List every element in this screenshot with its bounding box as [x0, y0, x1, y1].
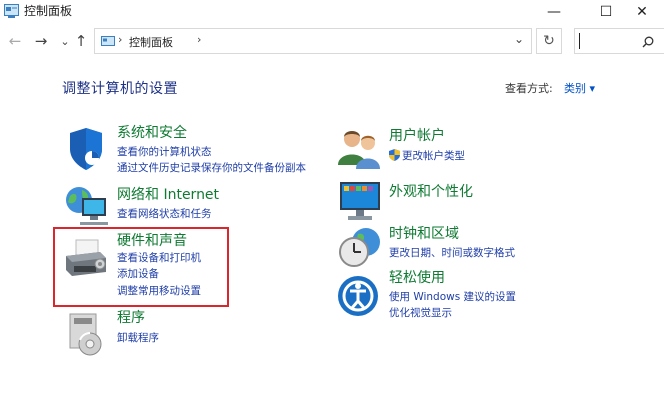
- category-title-programs[interactable]: 程序: [117, 309, 145, 327]
- link-network-status-tasks[interactable]: 查看网络状态和任务: [117, 207, 212, 221]
- view-by-label: 查看方式:: [505, 82, 553, 95]
- search-icon[interactable]: [642, 36, 654, 48]
- address-bar[interactable]: › 控制面板 › ⌄: [94, 28, 532, 54]
- window-title: 控制面板: [24, 4, 73, 18]
- uac-shield-icon: [389, 149, 400, 161]
- link-uninstall-program[interactable]: 卸载程序: [117, 331, 159, 345]
- link-change-account-type[interactable]: 更改帐户类型: [402, 149, 465, 163]
- category-title-ease-of-access[interactable]: 轻松使用: [389, 269, 445, 287]
- users-icon[interactable]: [336, 125, 384, 173]
- link-change-date-time-format[interactable]: 更改日期、时间或数字格式: [389, 246, 515, 260]
- programs-icon[interactable]: [62, 310, 110, 358]
- breadcrumb-separator: ›: [118, 33, 123, 46]
- link-optimize-visual-display[interactable]: 优化视觉显示: [389, 306, 452, 320]
- close-button[interactable]: ✕: [620, 0, 664, 24]
- page-title: 调整计算机的设置: [62, 81, 178, 97]
- address-dropdown-button[interactable]: ⌄: [514, 32, 524, 46]
- network-globe-icon[interactable]: [62, 182, 110, 230]
- clock-globe-icon[interactable]: [336, 222, 384, 270]
- ease-of-access-icon[interactable]: [336, 272, 384, 320]
- link-file-history-backup[interactable]: 通过文件历史记录保存你的文件备份副本: [117, 161, 306, 175]
- shield-icon[interactable]: [62, 125, 110, 173]
- back-button[interactable]: ←: [6, 30, 24, 52]
- breadcrumb-item[interactable]: 控制面板: [129, 34, 173, 50]
- forward-button[interactable]: →: [32, 30, 50, 52]
- monitor-icon[interactable]: [336, 178, 384, 226]
- category-title-user-accounts[interactable]: 用户帐户: [389, 127, 445, 145]
- category-title-network-internet[interactable]: 网络和 Internet: [117, 186, 219, 204]
- category-title-clock-region[interactable]: 时钟和区域: [389, 225, 459, 243]
- refresh-button[interactable]: ↻: [536, 28, 562, 54]
- up-button[interactable]: ↑: [72, 30, 90, 52]
- link-recommended-settings[interactable]: 使用 Windows 建议的设置: [389, 290, 516, 304]
- view-by-dropdown[interactable]: 类别 ▾: [564, 80, 595, 96]
- control-panel-icon: [4, 4, 19, 18]
- highlight-annotation-box: [53, 227, 229, 307]
- minimize-button[interactable]: —: [532, 0, 576, 24]
- category-title-appearance[interactable]: 外观和个性化: [389, 183, 473, 201]
- control-panel-small-icon: [101, 36, 115, 46]
- category-title-system-security[interactable]: 系统和安全: [117, 124, 187, 142]
- breadcrumb-separator: ›: [197, 33, 202, 46]
- text-cursor: [579, 33, 580, 49]
- link-view-computer-status[interactable]: 查看你的计算机状态: [117, 145, 212, 159]
- search-input[interactable]: [574, 28, 664, 54]
